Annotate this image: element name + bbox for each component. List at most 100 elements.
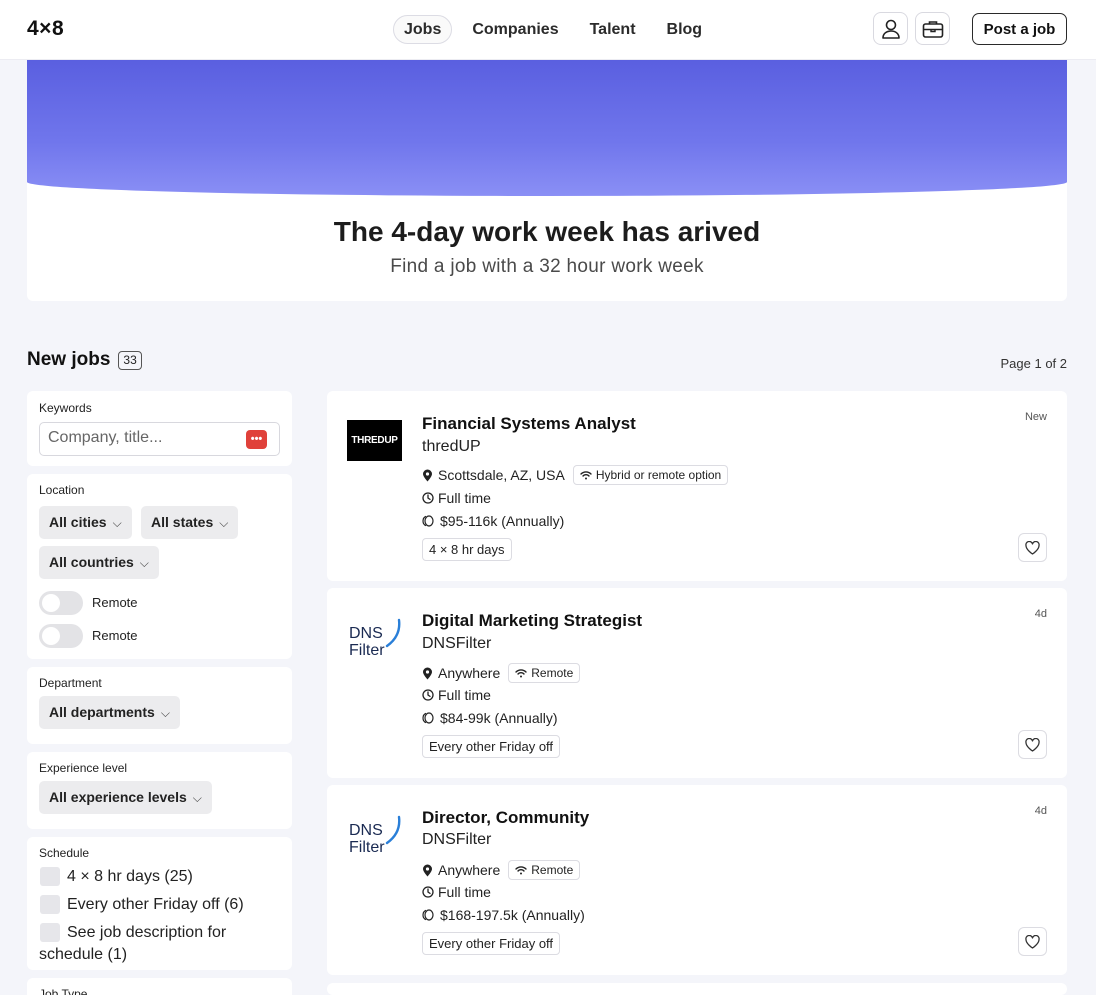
cities-select[interactable]: All cities ⌵ — [39, 506, 132, 539]
experience-label: Experience level — [39, 761, 128, 775]
jobs-count-badge: 33 — [118, 350, 142, 370]
location-filter: Location All cities ⌵ All states ⌵ All cou… — [27, 474, 292, 659]
jobs-heading: New jobs 33 — [27, 349, 142, 371]
job-location-row: Anywhere Remote — [422, 860, 581, 880]
job-title[interactable]: Financial Systems Analyst — [422, 414, 636, 434]
svg-text:DNS: DNS — [349, 822, 383, 839]
account-button[interactable] — [873, 12, 908, 45]
schedule-tag: Every other Friday off — [422, 932, 561, 955]
save-job-button[interactable] — [1018, 730, 1047, 759]
job-card[interactable]: DNS Filter Director, Community DNSFilter… — [327, 785, 1067, 975]
company-logo: DNS Filter — [347, 813, 402, 856]
job-salary: $95-116k (Annually) — [440, 513, 565, 529]
clock-icon — [422, 689, 438, 701]
department-label: Department — [39, 676, 102, 690]
job-title[interactable]: Director, Community — [422, 808, 589, 828]
keywords-input[interactable]: Company, title... ••• — [39, 422, 280, 456]
job-company[interactable]: DNSFilter — [422, 831, 491, 849]
job-type: Full time — [438, 687, 491, 703]
user-icon — [881, 19, 900, 39]
svg-text:Filter: Filter — [349, 839, 385, 855]
job-location: Anywhere — [438, 665, 501, 681]
job-card[interactable]: DNS Filter Digital Marketing Strategist … — [327, 588, 1067, 778]
remote-toggle-2[interactable] — [39, 624, 83, 648]
schedule-option-friday: Every other Friday off (6) — [67, 896, 244, 913]
schedule-option-4x8: 4 × 8 hr days (25) — [67, 868, 193, 885]
job-salary: $168-197.5k (Annually) — [440, 907, 585, 923]
heart-icon — [1025, 737, 1040, 752]
site-logo[interactable]: 4×8 — [27, 17, 64, 41]
department-select[interactable]: All departments ⌵ — [39, 696, 180, 729]
schedule-checkbox-friday[interactable] — [40, 895, 60, 914]
location-label: Location — [39, 483, 85, 497]
department-select-value: All departments — [49, 704, 155, 720]
job-location-row: Anywhere Remote — [422, 663, 581, 683]
remote-toggle-label-2: Remote — [92, 628, 138, 643]
site-header: 4×8 Jobs Companies Talent Blog Post a jo… — [0, 0, 1096, 60]
chevron-down-icon: ⌵ — [139, 556, 149, 570]
wifi-icon — [580, 471, 592, 480]
company-logo: DNS Filter — [347, 616, 402, 659]
password-manager-icon[interactable]: ••• — [246, 430, 267, 449]
remote-toggle[interactable] — [39, 591, 83, 615]
save-job-button[interactable] — [1018, 927, 1047, 956]
states-select[interactable]: All states ⌵ — [141, 506, 239, 539]
job-type-row: Full time — [422, 884, 491, 900]
schedule-label: Schedule — [39, 846, 90, 860]
experience-select[interactable]: All experience levels ⌵ — [39, 781, 212, 814]
clock-icon — [422, 886, 438, 898]
remote-badge: Remote — [508, 860, 581, 880]
job-type-row: Full time — [422, 687, 491, 703]
job-company[interactable]: thredUP — [422, 438, 481, 456]
nav-jobs[interactable]: Jobs — [393, 15, 453, 44]
experience-select-value: All experience levels — [49, 789, 187, 805]
hero-gradient — [27, 60, 1067, 196]
wifi-icon — [515, 866, 527, 875]
job-salary-row: $84-99k (Annually) — [422, 710, 558, 726]
clock-icon — [422, 492, 438, 504]
job-company[interactable]: DNSFilter — [422, 635, 491, 653]
chevron-down-icon: ⌵ — [219, 516, 229, 530]
keywords-filter: Keywords Company, title... ••• — [27, 391, 292, 466]
heart-icon — [1025, 540, 1040, 555]
briefcase-icon — [922, 20, 943, 38]
location-pin-icon — [422, 864, 438, 877]
cities-select-value: All cities — [49, 514, 107, 530]
countries-select-value: All countries — [49, 554, 134, 570]
nav-blog[interactable]: Blog — [656, 15, 714, 44]
schedule-tag: 4 × 8 hr days — [422, 538, 512, 561]
jobs-heading-title: New jobs — [27, 349, 111, 370]
save-job-button[interactable] — [1018, 533, 1047, 562]
job-location: Anywhere — [438, 862, 501, 878]
states-select-value: All states — [151, 514, 214, 530]
heart-icon — [1025, 934, 1040, 949]
remote-toggle-label: Remote — [92, 595, 138, 610]
svg-text:DNS: DNS — [349, 625, 383, 642]
employer-button[interactable] — [915, 12, 950, 45]
schedule-checkbox-4x8[interactable] — [40, 867, 60, 886]
location-pin-icon — [422, 469, 438, 482]
remote-badge-label: Remote — [531, 863, 574, 877]
job-location: Scottsdale, AZ, USA — [438, 467, 565, 483]
job-salary-row: $168-197.5k (Annually) — [422, 907, 585, 923]
keywords-placeholder: Company, title... — [48, 429, 163, 446]
job-type: Full time — [438, 884, 491, 900]
remote-badge-label: Remote — [531, 666, 574, 680]
countries-select[interactable]: All countries ⌵ — [39, 546, 159, 579]
job-type-row: Full time — [422, 490, 491, 506]
job-title[interactable]: Digital Marketing Strategist — [422, 611, 642, 631]
chevron-down-icon: ⌵ — [112, 516, 122, 530]
job-salary: $84-99k (Annually) — [440, 710, 558, 726]
nav-companies[interactable]: Companies — [461, 15, 569, 44]
job-card[interactable]: THREDUP Financial Systems Analyst thredU… — [327, 391, 1067, 581]
job-type-filter: Job Type — [27, 978, 292, 995]
schedule-filter: Schedule 4 × 8 hr days (25) Every other … — [27, 837, 292, 970]
department-filter: Department All departments ⌵ — [27, 667, 292, 744]
post-job-button[interactable]: Post a job — [972, 13, 1067, 45]
experience-filter: Experience level All experience levels ⌵ — [27, 752, 292, 829]
job-card[interactable] — [327, 983, 1067, 995]
nav-talent[interactable]: Talent — [579, 15, 647, 44]
schedule-option-see-description: See job description for schedule (1) — [39, 924, 227, 963]
keywords-label: Keywords — [39, 401, 92, 415]
company-logo-text: THREDUP — [351, 435, 398, 446]
